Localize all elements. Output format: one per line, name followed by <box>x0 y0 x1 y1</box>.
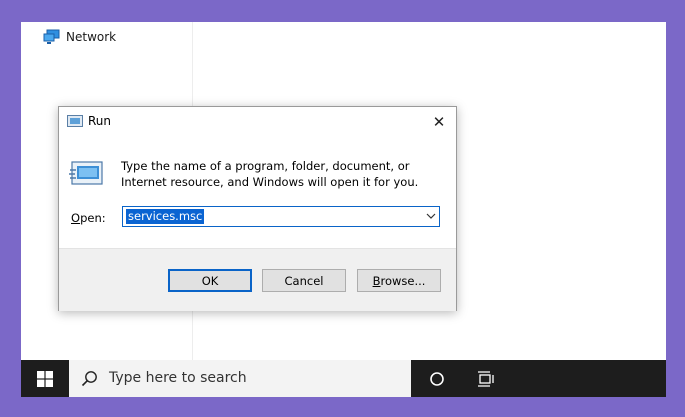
open-combobox[interactable]: services.msc <box>122 206 440 227</box>
chevron-down-icon[interactable] <box>426 211 436 221</box>
dialog-button-bar: OK Cancel Browse... <box>59 248 456 311</box>
taskbar-search-box[interactable]: Type here to search <box>69 360 411 397</box>
close-icon: ✕ <box>432 113 446 131</box>
search-icon <box>81 371 97 387</box>
cortana-button[interactable] <box>425 360 449 397</box>
taskbar: Type here to search <box>21 360 666 397</box>
network-icon <box>43 29 60 44</box>
task-view-icon <box>478 370 494 387</box>
dialog-description: Type the name of a program, folder, docu… <box>121 159 419 189</box>
run-dialog: Run ✕ Type the name of a program, folder… <box>58 106 457 311</box>
open-label: Open: <box>71 211 106 225</box>
task-view-button[interactable] <box>473 360 499 397</box>
cancel-button[interactable]: Cancel <box>262 269 346 292</box>
cortana-icon <box>430 371 444 386</box>
start-button[interactable] <box>21 360 69 397</box>
close-button[interactable]: ✕ <box>422 107 456 137</box>
windows-logo-icon <box>37 370 53 387</box>
screen: Network Run ✕ Type the name of a program… <box>21 22 666 397</box>
open-label-accelerator: O <box>71 211 81 225</box>
ok-button[interactable]: OK <box>168 269 252 292</box>
browse-button[interactable]: Browse... <box>357 269 441 292</box>
run-app-icon <box>67 115 83 127</box>
title-bar[interactable]: Run ✕ <box>59 107 456 137</box>
search-placeholder: Type here to search <box>109 370 247 386</box>
browse-label: rowse... <box>380 273 426 288</box>
dialog-title: Run <box>88 114 112 128</box>
browse-accelerator: B <box>372 273 381 288</box>
nav-item-label: Network <box>66 30 117 44</box>
open-label-text: pen: <box>80 211 106 225</box>
run-program-icon <box>69 161 103 185</box>
open-input-value[interactable]: services.msc <box>126 209 205 224</box>
nav-item-network[interactable]: Network <box>43 28 116 46</box>
